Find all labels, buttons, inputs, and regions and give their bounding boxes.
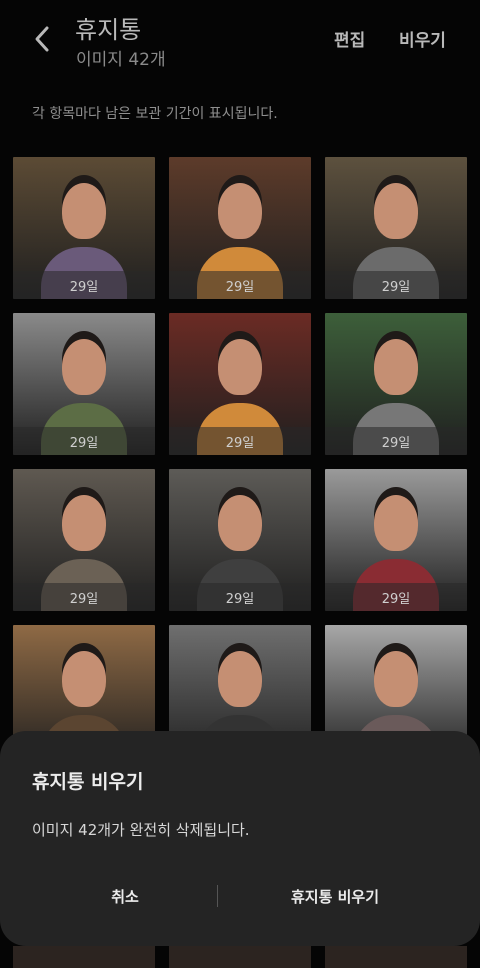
remaining-days-label: 29일 [13, 427, 155, 455]
person-head-shape [62, 183, 106, 239]
person-head-shape [374, 495, 418, 551]
remaining-days-label: 29일 [169, 427, 311, 455]
person-head-shape [218, 495, 262, 551]
partial-thumbnail[interactable] [13, 946, 155, 968]
empty-button[interactable]: 비우기 [399, 26, 446, 51]
dialog-title: 휴지통 비우기 [32, 771, 144, 793]
person-head-shape [218, 183, 262, 239]
person-head-shape [374, 651, 418, 707]
confirm-empty-trash-button[interactable]: 휴지통 비우기 [250, 881, 420, 911]
edit-button[interactable]: 편집 [334, 26, 365, 51]
button-divider [217, 885, 218, 907]
person-head-shape [374, 183, 418, 239]
remaining-days-label: 29일 [13, 271, 155, 299]
remaining-days-label: 29일 [169, 583, 311, 611]
empty-trash-dialog: 휴지통 비우기 이미지 42개가 완전히 삭제됩니다. 취소 휴지통 비우기 [0, 731, 480, 946]
thumbnail-item[interactable]: 29일 [169, 313, 311, 455]
person-head-shape [218, 339, 262, 395]
thumbnail-item[interactable]: 29일 [13, 157, 155, 299]
thumbnail-item[interactable]: 29일 [169, 157, 311, 299]
thumbnail-item[interactable]: 29일 [325, 157, 467, 299]
thumbnail-item[interactable]: 29일 [325, 313, 467, 455]
thumbnail-item[interactable]: 29일 [13, 469, 155, 611]
person-head-shape [218, 651, 262, 707]
thumbnail-item[interactable]: 29일 [169, 469, 311, 611]
person-head-shape [62, 339, 106, 395]
person-head-shape [62, 651, 106, 707]
chevron-left-icon [35, 26, 49, 52]
cancel-button[interactable]: 취소 [40, 881, 210, 911]
thumbnail-item[interactable]: 29일 [325, 469, 467, 611]
person-head-shape [62, 495, 106, 551]
remaining-days-label: 29일 [325, 427, 467, 455]
header: 휴지통 이미지 42개 편집 비우기 [0, 0, 480, 90]
back-button[interactable] [28, 24, 56, 54]
trash-screen: 휴지통 이미지 42개 편집 비우기 각 항목마다 남은 보관 기간이 표시됩니… [0, 0, 480, 968]
item-count: 이미지 42개 [76, 50, 166, 70]
retention-info-text: 각 항목마다 남은 보관 기간이 표시됩니다. [32, 106, 278, 122]
remaining-days-label: 29일 [325, 271, 467, 299]
remaining-days-label: 29일 [13, 583, 155, 611]
remaining-days-label: 29일 [325, 583, 467, 611]
dialog-message: 이미지 42개가 완전히 삭제됩니다. [32, 821, 250, 839]
remaining-days-label: 29일 [169, 271, 311, 299]
page-title: 휴지통 [75, 16, 142, 44]
partial-thumbnail[interactable] [169, 946, 311, 968]
partial-thumbnail[interactable] [325, 946, 467, 968]
thumbnail-item[interactable]: 29일 [13, 313, 155, 455]
person-head-shape [374, 339, 418, 395]
